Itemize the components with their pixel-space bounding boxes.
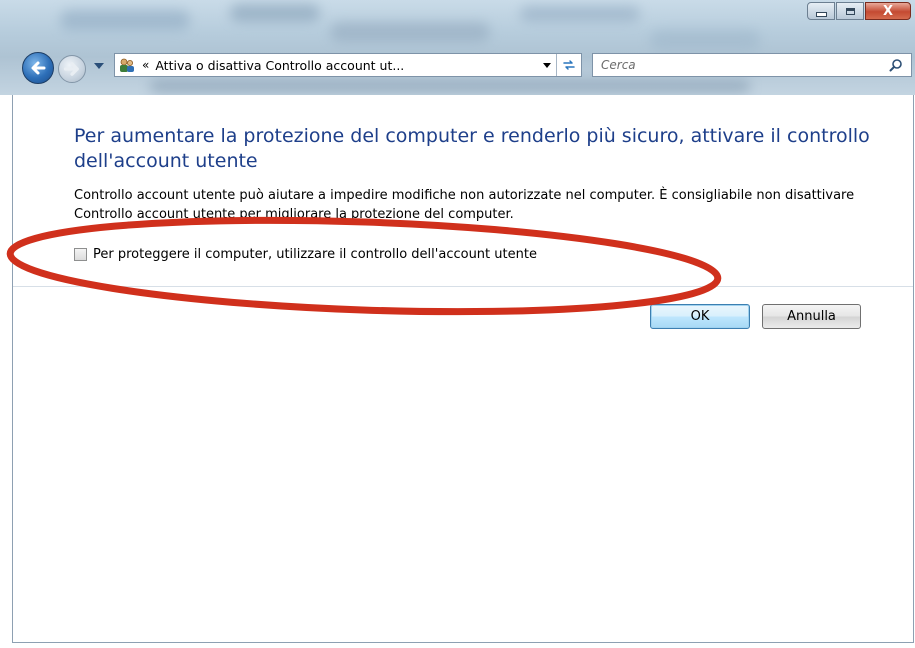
close-icon: X — [882, 3, 894, 19]
minimize-button[interactable] — [807, 2, 835, 20]
refresh-icon — [563, 60, 575, 70]
address-dropdown-icon[interactable] — [543, 63, 551, 68]
refresh-button[interactable] — [556, 54, 581, 76]
recent-pages-dropdown[interactable] — [94, 63, 104, 69]
breadcrumb-separator[interactable]: « — [142, 58, 149, 72]
ok-button[interactable]: OK — [650, 304, 750, 329]
minimize-icon — [815, 11, 827, 17]
back-button[interactable] — [22, 52, 54, 84]
maximize-icon — [845, 7, 855, 15]
back-arrow-icon — [31, 61, 46, 75]
users-control-panel-icon — [120, 58, 134, 72]
divider — [13, 286, 913, 287]
forward-button[interactable] — [58, 55, 86, 83]
address-breadcrumb[interactable]: Attiva o disattiva Controllo account ut.… — [155, 58, 404, 73]
search-icon[interactable] — [889, 58, 903, 72]
description-text: Controllo account utente può aiutare a i… — [74, 188, 855, 222]
page-title: Per aumentare la protezione del computer… — [74, 125, 870, 172]
close-button[interactable]: X — [865, 2, 911, 20]
search-input[interactable]: Cerca — [592, 53, 912, 77]
title-bar: X — [0, 0, 915, 95]
maximize-button[interactable] — [836, 2, 864, 20]
uac-checkbox-label[interactable]: Per proteggere il computer, utilizzare i… — [93, 247, 537, 262]
uac-checkbox[interactable] — [74, 248, 87, 261]
window-controls: X — [806, 2, 911, 20]
uac-checkbox-row[interactable]: Per proteggere il computer, utilizzare i… — [74, 247, 537, 262]
window: X « Attiva o disattiva Controllo account… — [0, 0, 915, 648]
content-pane — [12, 95, 914, 643]
search-placeholder: Cerca — [601, 58, 636, 72]
forward-arrow-icon — [63, 62, 79, 76]
address-bar[interactable]: « Attiva o disattiva Controllo account u… — [114, 53, 582, 77]
cancel-button[interactable]: Annulla — [762, 304, 861, 329]
